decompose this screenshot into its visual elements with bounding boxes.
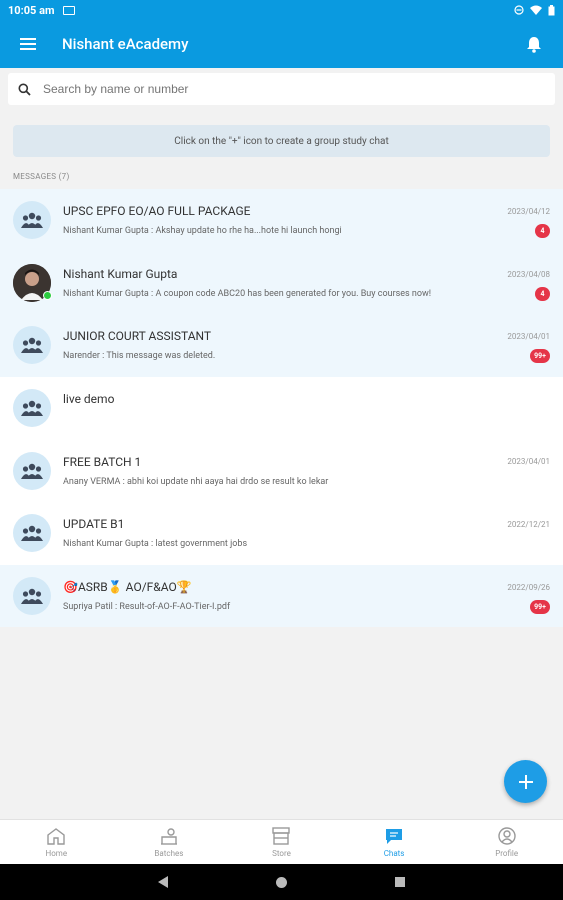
nav-chats[interactable]: Chats bbox=[338, 820, 451, 864]
search-input[interactable] bbox=[43, 82, 523, 96]
chat-preview: Narender : This message was deleted. bbox=[63, 351, 216, 362]
chat-item[interactable]: FREE BATCH 1 Anany VERMA : abhi koi upda… bbox=[0, 439, 563, 502]
nav-home-label: Home bbox=[45, 848, 68, 858]
chats-icon bbox=[386, 828, 403, 844]
notification-bell-icon[interactable] bbox=[525, 35, 543, 53]
chat-preview: Nishant Kumar Gupta : Akshay update ho r… bbox=[63, 226, 342, 237]
system-nav-bar bbox=[0, 864, 563, 900]
chat-title: Nishant Kumar Gupta bbox=[63, 266, 178, 281]
online-status-dot bbox=[43, 290, 52, 300]
nav-batches[interactable]: Batches bbox=[113, 820, 226, 864]
group-icon bbox=[13, 576, 51, 615]
nav-store-label: Store bbox=[272, 848, 291, 858]
chat-date: 2022/12/21 bbox=[507, 519, 550, 529]
chat-item[interactable]: UPDATE B1 Nishant Kumar Gupta : latest g… bbox=[0, 501, 563, 565]
home-icon bbox=[47, 827, 65, 845]
profile-icon bbox=[497, 826, 516, 845]
wifi-icon bbox=[530, 5, 542, 15]
chat-date: 2023/04/01 bbox=[507, 457, 550, 467]
chat-date: 2023/04/12 bbox=[507, 207, 550, 216]
chat-item[interactable]: 🎯ASRB🥇 AO/F&AO🏆 Supriya Patil : Result-o… bbox=[0, 564, 563, 628]
messages-count-label: MESSAGES (7) bbox=[13, 172, 70, 181]
chat-preview: Nishant Kumar Gupta : latest government … bbox=[63, 539, 248, 550]
status-icons bbox=[514, 4, 555, 16]
chat-item[interactable]: UPSC EPFO EO/AO FULL PACKAGE Nishant Kum… bbox=[0, 189, 563, 252]
nav-batches-label: Batches bbox=[154, 848, 184, 858]
store-icon bbox=[272, 826, 291, 845]
chat-title: UPDATE B1 bbox=[63, 517, 125, 532]
nav-home[interactable]: Home bbox=[0, 820, 113, 864]
app-title: Nishant eAcademy bbox=[62, 35, 189, 53]
chat-list: UPSC EPFO EO/AO FULL PACKAGE Nishant Kum… bbox=[0, 189, 563, 628]
search-container bbox=[0, 68, 563, 111]
status-bar: 10:05 am bbox=[0, 0, 563, 20]
chat-preview: Supriya Patil : Result-of-AO-F-AO-Tier-I… bbox=[63, 601, 231, 612]
group-icon bbox=[13, 389, 51, 428]
create-group-chat-button[interactable] bbox=[504, 760, 547, 803]
nav-profile-label: Profile bbox=[495, 848, 519, 858]
recent-apps-icon[interactable] bbox=[395, 877, 405, 887]
user-avatar bbox=[13, 263, 52, 302]
search-icon bbox=[18, 83, 31, 96]
chat-date: 2023/04/08 bbox=[507, 269, 550, 279]
screen-cast-icon bbox=[62, 5, 75, 15]
chat-title: FREE BATCH 1 bbox=[63, 454, 142, 469]
plus-icon bbox=[518, 774, 533, 789]
nav-chats-label: Chats bbox=[383, 848, 405, 858]
unread-badge: 99+ bbox=[530, 349, 550, 364]
battery-icon bbox=[548, 4, 555, 15]
group-icon bbox=[13, 514, 51, 553]
chat-date: 2023/04/01 bbox=[507, 332, 550, 342]
chat-title: JUNIOR COURT ASSISTANT bbox=[63, 329, 212, 344]
chat-item[interactable]: live demo bbox=[0, 376, 563, 440]
nav-store[interactable]: Store bbox=[225, 820, 338, 864]
unread-badge: 4 bbox=[535, 224, 550, 238]
bottom-nav: Home Batches Store Chats Profile bbox=[0, 819, 563, 864]
nav-profile[interactable]: Profile bbox=[450, 820, 563, 864]
group-icon bbox=[13, 201, 51, 240]
chat-preview: Nishant Kumar Gupta : A coupon code ABC2… bbox=[63, 288, 432, 299]
chat-date: 2022/09/26 bbox=[507, 582, 550, 592]
status-time: 10:05 am bbox=[8, 3, 55, 17]
chat-title: UPSC EPFO EO/AO FULL PACKAGE bbox=[63, 204, 251, 219]
back-icon[interactable] bbox=[158, 876, 168, 888]
group-icon bbox=[13, 326, 51, 365]
menu-icon[interactable] bbox=[20, 38, 36, 50]
chat-title: 🎯ASRB🥇 AO/F&AO🏆 bbox=[63, 579, 192, 594]
search-box[interactable] bbox=[8, 73, 555, 105]
unread-badge: 4 bbox=[535, 286, 550, 301]
home-button-icon[interactable] bbox=[276, 876, 287, 888]
dnd-icon bbox=[514, 5, 524, 15]
chat-preview: Anany VERMA : abhi koi update nhi aaya h… bbox=[63, 476, 329, 487]
unread-badge: 99+ bbox=[530, 599, 550, 614]
app-bar: Nishant eAcademy bbox=[0, 20, 563, 68]
batches-icon bbox=[160, 827, 177, 845]
chat-item[interactable]: JUNIOR COURT ASSISTANT Narender : This m… bbox=[0, 314, 563, 377]
group-icon bbox=[13, 451, 51, 490]
group-chat-hint: Click on the "+" icon to create a group … bbox=[13, 125, 550, 157]
chat-item[interactable]: Nishant Kumar Gupta Nishant Kumar Gupta … bbox=[0, 251, 563, 315]
chat-title: live demo bbox=[63, 392, 115, 407]
